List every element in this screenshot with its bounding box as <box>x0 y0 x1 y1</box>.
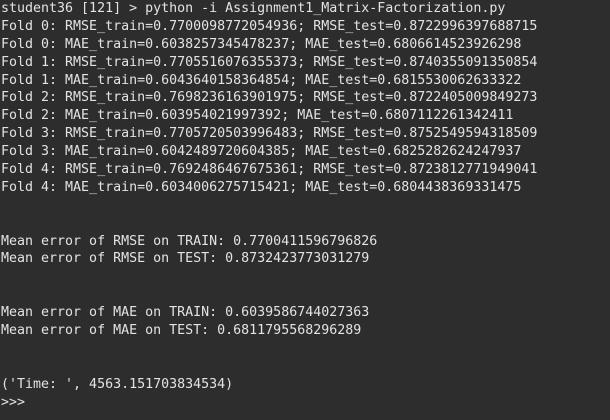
fold-line: Fold 0: MAE_train=0.6038257345478237; MA… <box>1 36 522 52</box>
mae-test-mean: Mean error of MAE on TEST: 0.68117955682… <box>1 323 362 339</box>
fold-line: Fold 2: MAE_train=0.603954021997392; MAE… <box>1 108 514 124</box>
rmse-train-mean: Mean error of RMSE on TRAIN: 0.770041159… <box>1 233 378 249</box>
fold-line: Fold 1: RMSE_train=0.7705516076355373; R… <box>1 54 538 70</box>
time-output: ('Time: ', 4563.151703834534) <box>1 376 234 392</box>
fold-line: Fold 4: MAE_train=0.6034006275715421; MA… <box>1 179 522 195</box>
command-line: student36 [121] > python -i Assignment1_… <box>1 1 506 16</box>
python-prompt: >>> <box>1 394 26 410</box>
fold-line: Fold 3: RMSE_train=0.7705720503996483; R… <box>1 126 538 142</box>
terminal-window[interactable]: student36 [121] > python -i Assignment1_… <box>0 0 610 420</box>
mae-train-mean: Mean error of MAE on TRAIN: 0.6039586744… <box>1 305 370 321</box>
fold-line: Fold 0: RMSE_train=0.7700098772054936; R… <box>1 18 538 34</box>
fold-line: Fold 4: RMSE_train=0.7692486467675361; R… <box>1 162 538 178</box>
fold-line: Fold 1: MAE_train=0.6043640158364854; MA… <box>1 72 522 88</box>
fold-line: Fold 3: MAE_train=0.6042489720604385; MA… <box>1 144 522 160</box>
python-prompt-line[interactable]: >>> <box>1 394 610 412</box>
rmse-test-mean: Mean error of RMSE on TEST: 0.8732423773… <box>1 251 370 267</box>
fold-line: Fold 2: RMSE_train=0.7698236163901975; R… <box>1 90 538 106</box>
